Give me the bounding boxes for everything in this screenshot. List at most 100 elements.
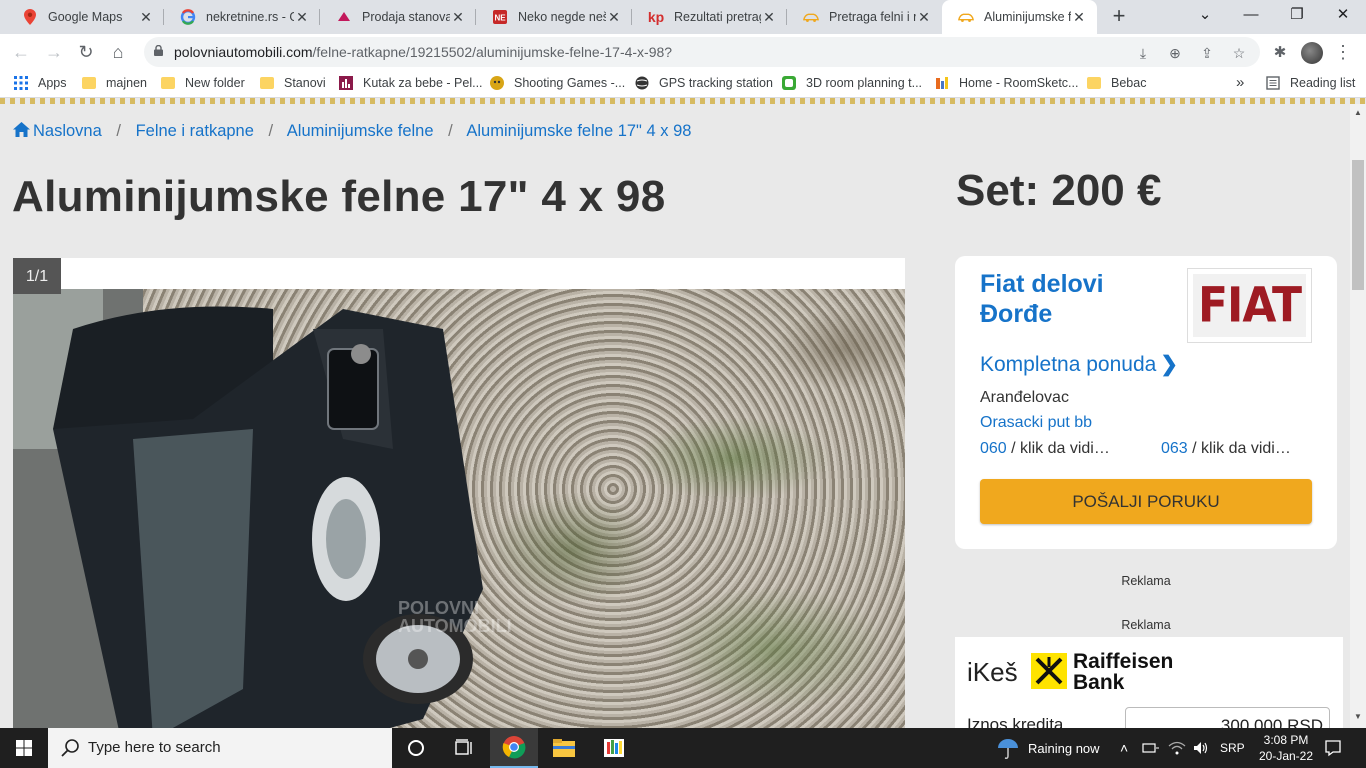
weather-widget[interactable]: Raining now bbox=[996, 728, 1100, 768]
bookmark-stanovi[interactable]: Stanovi bbox=[260, 76, 326, 90]
reading-list-button[interactable]: Reading list bbox=[1266, 76, 1355, 90]
gallery-counter: 1/1 bbox=[13, 258, 61, 294]
install-icon[interactable]: ⤓ bbox=[1134, 44, 1152, 62]
send-message-button[interactable]: POŠALJI PORUKU bbox=[980, 479, 1312, 524]
wifi-icon[interactable] bbox=[1168, 728, 1186, 768]
show-hidden-icons-chevron-icon[interactable]: ˄ bbox=[1120, 728, 1128, 768]
bookmark-new-folder[interactable]: New folder bbox=[161, 76, 245, 90]
bookmark-shooting-games[interactable]: Shooting Games -... bbox=[490, 76, 625, 90]
scrollbar-thumb[interactable] bbox=[1352, 160, 1364, 290]
lock-icon[interactable] bbox=[154, 45, 163, 56]
home-button[interactable]: ⌂ bbox=[106, 40, 130, 64]
site-icon bbox=[935, 76, 949, 90]
input-language[interactable]: SRP bbox=[1220, 728, 1245, 768]
bookmarks-bar: Apps majnen New folder Stanovi Kutak za … bbox=[0, 70, 1366, 98]
bank-name: Raiffeisen Bank bbox=[1073, 650, 1174, 694]
reading-list-icon bbox=[1266, 76, 1280, 90]
close-icon[interactable]: ✕ bbox=[1071, 9, 1087, 26]
tab-prodaja-stanova[interactable]: Prodaja stanova B ✕ bbox=[320, 0, 476, 34]
file-explorer-icon bbox=[553, 739, 575, 757]
taskbar-file-explorer[interactable] bbox=[540, 728, 588, 768]
extensions-puzzle-icon[interactable]: ✱ bbox=[1270, 43, 1290, 63]
bank-ad[interactable]: iKeš Raiffeisen Bank Iznos kredita 300.00… bbox=[955, 637, 1343, 728]
taskbar-chrome[interactable] bbox=[490, 728, 538, 768]
notifications-icon[interactable] bbox=[1324, 728, 1342, 768]
close-icon[interactable]: ✕ bbox=[294, 9, 310, 26]
tab-nekretnine[interactable]: nekretnine.rs - Go ✕ bbox=[164, 0, 320, 34]
taskbar-clock[interactable]: 3:08 PM 20-Jan-22 bbox=[1248, 732, 1324, 764]
kp-icon: kp bbox=[647, 9, 665, 25]
bookmark-3d-room[interactable]: 3D room planning t... bbox=[782, 76, 922, 90]
close-icon[interactable]: ✕ bbox=[761, 9, 777, 26]
scroll-down-arrow-icon[interactable]: ▼ bbox=[1350, 712, 1366, 721]
tab-pretraga-felni[interactable]: Pretraga felni i ra ✕ bbox=[787, 0, 942, 34]
close-icon[interactable]: ✕ bbox=[606, 9, 622, 26]
page-scrollbar[interactable]: ▲ ▼ bbox=[1350, 104, 1366, 728]
breadcrumb-aluminijumske-felne[interactable]: Aluminijumske felne bbox=[287, 122, 434, 140]
close-icon[interactable]: ✕ bbox=[138, 9, 154, 26]
profile-avatar[interactable] bbox=[1301, 42, 1323, 64]
dealer-name[interactable]: Fiat delovi Đorđe bbox=[980, 269, 1170, 329]
taskbar-paint-app[interactable] bbox=[590, 728, 638, 768]
bookmark-gps-tracking[interactable]: GPS tracking station bbox=[635, 76, 773, 90]
page-content: Naslovna / Felne i ratkapne / Aluminijum… bbox=[0, 104, 1350, 728]
close-icon[interactable]: ✕ bbox=[450, 9, 466, 26]
tab-aluminijumske-active[interactable]: Aluminijumske fe ✕ bbox=[942, 0, 1097, 34]
task-view-icon bbox=[455, 739, 472, 755]
full-offer-link[interactable]: Kompletna ponuda ❯ bbox=[980, 352, 1178, 377]
url-text[interactable]: polovniautomobili.com/felne-ratkapne/192… bbox=[174, 44, 672, 60]
cortana-button[interactable] bbox=[392, 728, 440, 768]
breadcrumb-current[interactable]: Aluminijumske felne 17" 4 x 98 bbox=[466, 122, 691, 140]
dealer-street-link[interactable]: Orasacki put bb bbox=[980, 414, 1092, 432]
close-icon[interactable]: ✕ bbox=[916, 9, 932, 26]
start-button[interactable] bbox=[0, 728, 48, 768]
site-icon bbox=[339, 76, 353, 90]
browser-menu-icon[interactable]: ⋮ bbox=[1334, 42, 1352, 62]
address-bar[interactable]: polovniautomobili.com/felne-ratkapne/192… bbox=[144, 37, 1260, 67]
reload-button[interactable]: ↻ bbox=[74, 40, 98, 64]
restore-button[interactable]: ❐ bbox=[1274, 0, 1320, 32]
breadcrumb: Naslovna / Felne i ratkapne / Aluminijum… bbox=[13, 122, 691, 141]
paint-icon bbox=[604, 739, 624, 757]
close-window-button[interactable]: ✕ bbox=[1320, 0, 1366, 32]
network-status-icon[interactable] bbox=[1142, 728, 1160, 768]
loan-amount-input[interactable]: 300.000 RSD bbox=[1125, 707, 1330, 728]
tab-neko-negde[interactable]: NE Neko negde nešt ✕ bbox=[476, 0, 632, 34]
folder-icon bbox=[82, 77, 96, 89]
home-icon bbox=[13, 122, 30, 137]
bookmark-apps[interactable]: Apps bbox=[14, 76, 67, 90]
folder-icon bbox=[260, 77, 274, 89]
bookmark-majnen[interactable]: majnen bbox=[82, 76, 147, 90]
raiffeisen-logo-icon bbox=[1031, 653, 1067, 689]
browser-toolbar: ← → ↻ ⌂ polovniautomobili.com/felne-ratk… bbox=[0, 34, 1366, 70]
bookmark-kutak-za-bebe[interactable]: Kutak za bebe - Pel... bbox=[339, 76, 483, 90]
photo-gallery[interactable]: 1/1 POLOVNI AUTOMOBILI bbox=[13, 258, 905, 728]
volume-icon[interactable] bbox=[1192, 728, 1210, 768]
zoom-icon[interactable]: ⊕ bbox=[1166, 44, 1184, 62]
back-button[interactable]: ← bbox=[9, 40, 33, 64]
bookmark-roomsketcher[interactable]: Home - RoomSketc... bbox=[935, 76, 1078, 90]
bookmark-bebac[interactable]: Bebac bbox=[1087, 76, 1146, 90]
forward-button[interactable]: → bbox=[42, 40, 66, 64]
bookmark-star-icon[interactable]: ☆ bbox=[1230, 44, 1248, 62]
breadcrumb-home[interactable]: Naslovna bbox=[13, 122, 102, 140]
loan-amount-label: Iznos kredita bbox=[967, 715, 1064, 728]
scroll-up-arrow-icon[interactable]: ▲ bbox=[1350, 108, 1366, 117]
minimize-button[interactable]: — bbox=[1228, 0, 1274, 32]
new-tab-button[interactable]: + bbox=[1108, 3, 1130, 31]
more-bookmarks-button[interactable]: » bbox=[1236, 74, 1244, 91]
listing-photo[interactable]: POLOVNI AUTOMOBILI bbox=[13, 289, 905, 728]
tab-google-maps[interactable]: Google Maps ✕ bbox=[6, 0, 164, 34]
car-icon bbox=[803, 9, 819, 25]
ad-label: Reklama bbox=[1121, 618, 1171, 632]
dealer-logo[interactable]: FIAT bbox=[1187, 268, 1312, 343]
taskbar-search-input[interactable]: Type here to search bbox=[48, 728, 392, 768]
task-view-button[interactable] bbox=[440, 728, 488, 768]
breadcrumb-felne-i-ratkapne[interactable]: Felne i ratkapne bbox=[136, 122, 254, 140]
tab-rezultati[interactable]: kp Rezultati pretrag ✕ bbox=[632, 0, 787, 34]
page-title: Aluminijumske felne 17" 4 x 98 bbox=[12, 172, 666, 221]
phone-reveal-2[interactable]: 063 / klik da vidi… bbox=[1161, 440, 1291, 458]
tab-search-chevron-icon[interactable]: ⌄ bbox=[1182, 0, 1228, 32]
share-icon[interactable]: ⇪ bbox=[1198, 44, 1216, 62]
phone-reveal-1[interactable]: 060 / klik da vidi… bbox=[980, 440, 1110, 458]
